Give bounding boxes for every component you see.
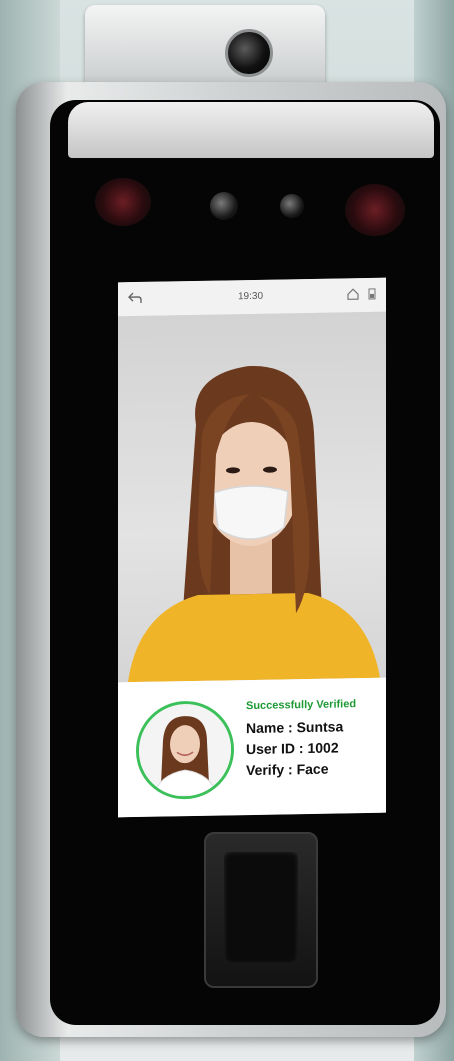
user-id: User ID : 1002	[246, 739, 339, 758]
verification-details: Successfully Verified Name : Suntsa User…	[246, 698, 356, 781]
face-camera-view	[118, 311, 386, 683]
battery-icon	[368, 288, 376, 300]
status-bar: 19:30	[118, 277, 386, 317]
thermal-lens-icon	[225, 29, 273, 77]
fingerprint-sensor-window[interactable]	[224, 852, 298, 964]
camera-lens-secondary-icon	[280, 194, 304, 218]
verification-result-card: Successfully Verified Name : Suntsa User…	[118, 677, 386, 818]
person-masked-photo	[128, 366, 380, 683]
avatar	[136, 700, 234, 801]
device-top-strip	[68, 102, 434, 158]
status-icons	[347, 288, 376, 304]
device-screen: 19:30 Successfully Verified Name: Sunts…	[118, 277, 386, 818]
back-icon[interactable]	[128, 292, 142, 304]
user-avatar-photo	[139, 703, 231, 798]
home-icon[interactable]	[347, 288, 359, 300]
status-clock: 19:30	[238, 290, 264, 303]
user-name: Name : Suntsa	[246, 718, 344, 737]
fingerprint-reader[interactable]	[204, 832, 318, 988]
temperature-module	[85, 5, 325, 87]
device-scene: 19:30 Successfully Verified Name: Sunts…	[0, 0, 454, 1061]
ir-sensor-left-icon	[95, 178, 151, 226]
verification-status: Successfully Verified	[246, 698, 357, 713]
camera-lens-icon	[210, 192, 238, 220]
verify-method: Verify : Face	[246, 760, 329, 779]
ir-sensor-right-icon	[345, 184, 405, 236]
